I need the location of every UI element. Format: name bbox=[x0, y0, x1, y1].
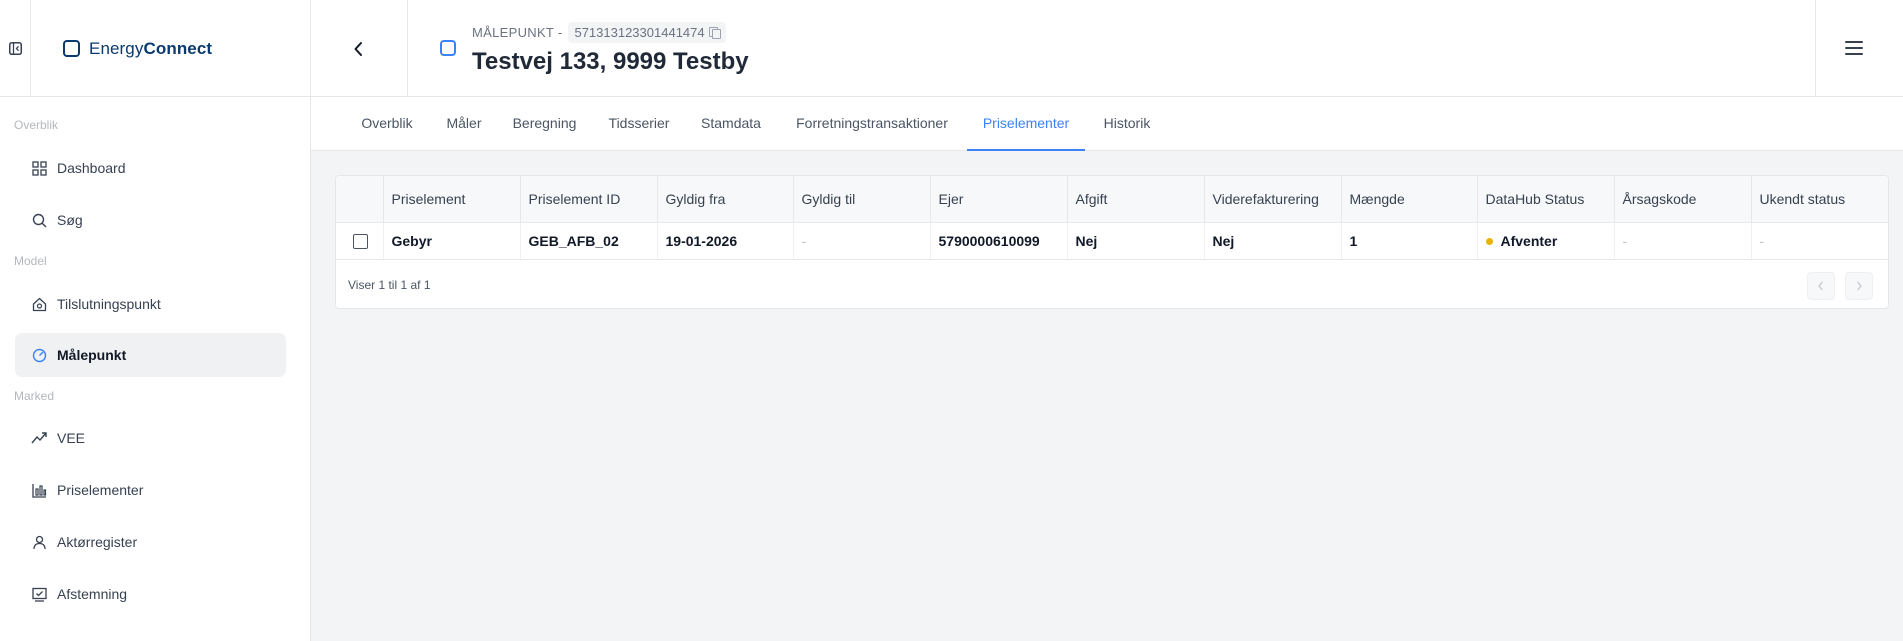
pagination-summary: Viser 1 til 1 af 1 bbox=[348, 278, 431, 292]
next-page-button[interactable] bbox=[1845, 272, 1873, 300]
sidebar-item-dashboard[interactable]: Dashboard bbox=[15, 146, 286, 190]
row-select-cell bbox=[336, 222, 384, 260]
cell-maengde: 1 bbox=[1341, 222, 1478, 260]
sidebar-item-search[interactable]: Søg bbox=[15, 198, 286, 242]
sidebar: Overblik Dashboard Søg Model Tilslutning… bbox=[0, 97, 311, 641]
grid-icon bbox=[31, 160, 47, 176]
brand-name-light: Energy bbox=[89, 38, 144, 58]
sidebar-item-label: Tilslutningspunkt bbox=[57, 296, 161, 312]
column-header[interactable]: Priselement bbox=[383, 176, 521, 223]
user-icon bbox=[31, 534, 47, 550]
table-row[interactable]: Gebyr GEB_AFB_02 19-01-2026 - 5790000610… bbox=[336, 222, 1888, 260]
tab-overblik[interactable]: Overblik bbox=[359, 97, 415, 151]
brand-logo[interactable]: EnergyConnect bbox=[31, 0, 311, 97]
cell-datahub-status: Afventer bbox=[1477, 222, 1615, 260]
search-icon bbox=[31, 212, 47, 228]
sidebar-item-label: Dashboard bbox=[57, 160, 126, 176]
subtitle-label: MÅLEPUNKT - bbox=[472, 24, 563, 40]
logo-mark-icon bbox=[63, 40, 80, 57]
sidebar-item-label: VEE bbox=[57, 430, 86, 446]
tab-forretningstransaktioner[interactable]: Forretningstransaktioner bbox=[792, 97, 952, 151]
sidebar-item-label: Aktørregister bbox=[57, 534, 138, 550]
column-header[interactable]: Priselement ID bbox=[520, 176, 658, 223]
sidebar-section-model: Model bbox=[14, 254, 47, 268]
sidebar-toggle-button[interactable] bbox=[0, 0, 31, 97]
page-subtitle: MÅLEPUNKT - 571313123301441474 bbox=[472, 20, 726, 44]
cell-viderefakturering: Nej bbox=[1204, 222, 1342, 260]
column-header[interactable]: Viderefakturering bbox=[1204, 176, 1342, 223]
column-header[interactable]: Gyldig til bbox=[793, 176, 931, 223]
hamburger-menu-button[interactable] bbox=[1845, 38, 1863, 58]
top-bar: EnergyConnect MÅLEPUNKT - 57131312330144… bbox=[0, 0, 1903, 97]
cell-aarsagskode: - bbox=[1614, 222, 1752, 260]
cell-gyldig-til: - bbox=[793, 222, 931, 260]
sidebar-item-priselementer[interactable]: Priselementer bbox=[15, 468, 286, 512]
house-plug-icon bbox=[31, 296, 47, 312]
select-column-header bbox=[336, 176, 384, 223]
cell-ejer: 5790000610099 bbox=[930, 222, 1068, 260]
tab-bar: Overblik Måler Beregning Tidsserier Stam… bbox=[311, 97, 1903, 151]
cell-afgift: Nej bbox=[1067, 222, 1205, 260]
cell-priselement: Gebyr bbox=[383, 222, 521, 260]
sidebar-item-label: Søg bbox=[57, 212, 83, 228]
sidebar-item-malepunkt[interactable]: Målepunkt bbox=[15, 333, 286, 377]
sidebar-section-marked: Marked bbox=[14, 389, 55, 403]
menu-line-icon bbox=[1845, 53, 1863, 55]
sidebar-item-tilslutningspunkt[interactable]: Tilslutningspunkt bbox=[15, 282, 286, 326]
table-footer: Viser 1 til 1 af 1 bbox=[336, 260, 1888, 308]
column-header[interactable]: Ejer bbox=[930, 176, 1068, 223]
metering-point-id: 571313123301441474 bbox=[574, 24, 705, 40]
tab-maler[interactable]: Måler bbox=[444, 97, 484, 151]
sidebar-item-label: Målepunkt bbox=[57, 347, 127, 363]
page-title: Testvej 133, 9999 Testby bbox=[472, 48, 749, 75]
sidebar-item-aktorregister[interactable]: Aktørregister bbox=[15, 520, 286, 564]
copy-icon[interactable] bbox=[708, 26, 721, 39]
column-header[interactable]: Mængde bbox=[1341, 176, 1478, 223]
sidebar-item-label: Afstemning bbox=[57, 586, 128, 602]
menu-line-icon bbox=[1845, 41, 1863, 43]
cell-ukendt-status: - bbox=[1751, 222, 1888, 260]
trend-icon bbox=[31, 430, 47, 446]
column-header[interactable]: Afgift bbox=[1067, 176, 1205, 223]
chevron-right-icon bbox=[1856, 281, 1862, 291]
previous-page-button[interactable] bbox=[1807, 272, 1835, 300]
brand-name: EnergyConnect bbox=[89, 39, 212, 59]
price-elements-table: Priselement Priselement ID Gyldig fra Gy… bbox=[336, 176, 1888, 260]
check-monitor-icon bbox=[31, 586, 47, 602]
row-checkbox[interactable] bbox=[353, 234, 368, 249]
app-root: EnergyConnect MÅLEPUNKT - 57131312330144… bbox=[0, 0, 1903, 641]
bar-chart-icon bbox=[31, 482, 47, 498]
chevron-left-icon bbox=[1818, 281, 1824, 291]
menu-line-icon bbox=[1845, 47, 1863, 49]
column-header[interactable]: Ukendt status bbox=[1751, 176, 1888, 223]
sidebar-item-afstemning[interactable]: Afstemning bbox=[15, 572, 286, 616]
column-header[interactable]: Gyldig fra bbox=[657, 176, 794, 223]
tab-priselementer[interactable]: Priselementer bbox=[967, 97, 1085, 151]
cell-gyldig-fra: 19-01-2026 bbox=[657, 222, 794, 260]
status-text: Afventer bbox=[1500, 232, 1558, 249]
column-header[interactable]: DataHub Status bbox=[1477, 176, 1615, 223]
column-header[interactable]: Årsagskode bbox=[1614, 176, 1752, 223]
chevron-left-icon bbox=[354, 41, 362, 56]
sidebar-item-vee[interactable]: VEE bbox=[15, 416, 286, 460]
gauge-icon bbox=[31, 347, 47, 363]
tab-stamdata[interactable]: Stamdata bbox=[700, 97, 762, 151]
status-pending-dot-icon bbox=[1485, 237, 1493, 245]
sidebar-item-label: Priselementer bbox=[57, 482, 144, 498]
tab-tidsserier[interactable]: Tidsserier bbox=[607, 97, 671, 151]
price-elements-table-card: Priselement Priselement ID Gyldig fra Gy… bbox=[335, 175, 1889, 309]
tab-beregning[interactable]: Beregning bbox=[511, 97, 578, 151]
tab-historik[interactable]: Historik bbox=[1101, 97, 1153, 151]
sidebar-collapse-icon bbox=[8, 42, 22, 55]
table-header-row: Priselement Priselement ID Gyldig fra Gy… bbox=[336, 176, 1888, 223]
metering-point-icon bbox=[440, 40, 456, 56]
brand-name-bold: Connect bbox=[143, 38, 213, 58]
sidebar-section-overblik: Overblik bbox=[14, 118, 59, 132]
back-button[interactable] bbox=[311, 0, 408, 97]
cell-priselement-id: GEB_AFB_02 bbox=[520, 222, 658, 260]
metering-point-id-badge: 571313123301441474 bbox=[568, 21, 726, 43]
